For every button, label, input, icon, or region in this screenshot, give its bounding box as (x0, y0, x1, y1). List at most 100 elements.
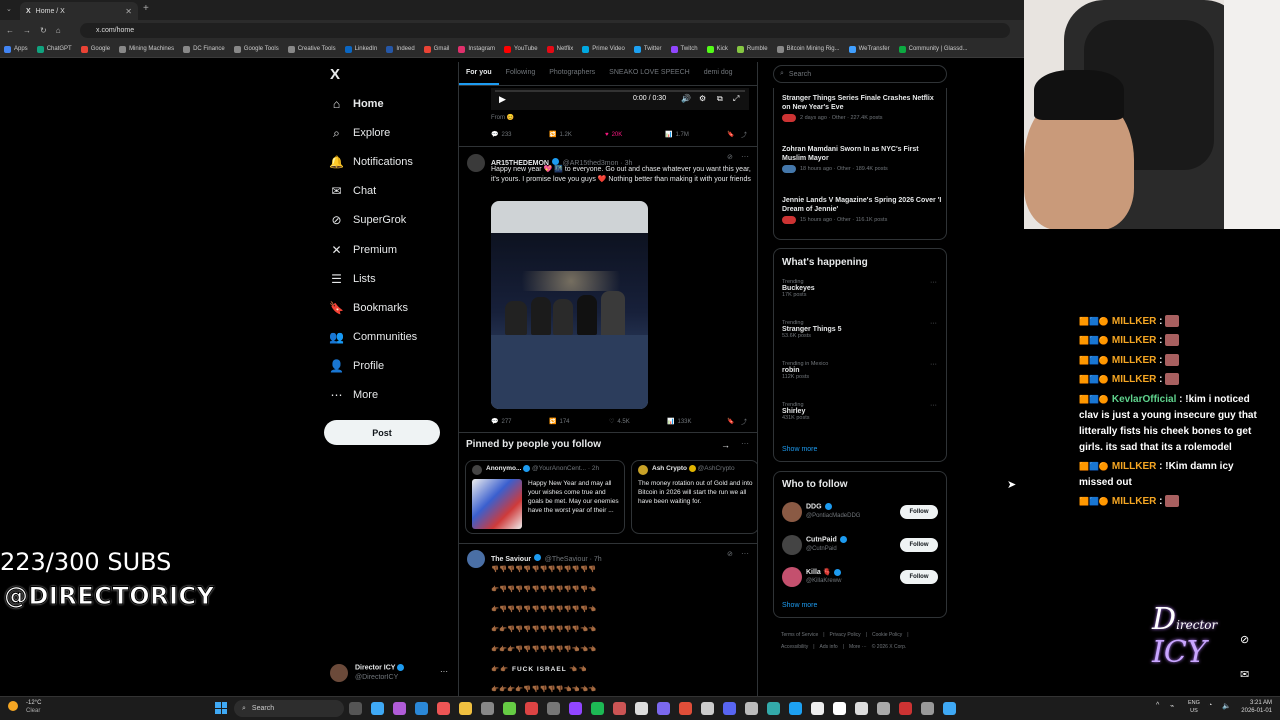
app-icon[interactable] (657, 702, 670, 715)
pip-icon[interactable]: ⧉ (717, 94, 723, 104)
app-icon[interactable] (613, 702, 626, 715)
follow-suggestion[interactable]: Killa 🫀 @KillaKreww Follow (782, 565, 948, 589)
tweet1-avatar[interactable] (467, 154, 485, 172)
trend-item[interactable]: Trending in Mexico robin 112K posts ··· (782, 361, 942, 380)
task-view-icon[interactable] (349, 702, 362, 715)
teams-icon[interactable] (393, 702, 406, 715)
volume-tray-icon[interactable]: 🔈 (1222, 702, 1231, 710)
feed-tab[interactable]: Following (499, 62, 543, 85)
app-icon[interactable] (745, 702, 758, 715)
bookmark-item[interactable]: Kick (706, 45, 728, 53)
footer-link[interactable]: More ··· (849, 641, 867, 653)
back-icon[interactable]: ← (6, 26, 14, 35)
nav-item-notifications[interactable]: 🔔 Notifications (329, 154, 413, 170)
pinned-more-icon[interactable]: ··· (741, 439, 749, 448)
trend-item[interactable]: Trending Stranger Things 5 53.6K posts ··· (782, 320, 942, 339)
forward-icon[interactable]: → (23, 26, 31, 35)
play-icon[interactable]: ▶ (499, 94, 506, 105)
tweet1-photo[interactable] (491, 201, 648, 409)
trend-item[interactable]: Trending Shirley 431K posts ··· (782, 402, 942, 421)
bookmark-tweet-icon[interactable]: 🔖 (727, 417, 741, 426)
feed-tab[interactable]: SNEAKO LOVE SPEECH (602, 62, 697, 85)
new-tab-icon[interactable]: + (143, 3, 149, 14)
follow-suggestion[interactable]: DDG @PontiacMadeDDG Follow (782, 500, 948, 524)
pinned-card-1[interactable]: Anonymo... @YourAnonCent... · 2h Happy N… (465, 460, 625, 534)
grok-icon[interactable]: ⊘ (727, 550, 733, 558)
footer-link[interactable]: © 2026 X Corp. (872, 641, 907, 653)
pinned-card-2[interactable]: Ash Crypto @AshCrypto The money rotation… (631, 460, 757, 534)
bookmark-item[interactable]: DC Finance (183, 45, 225, 53)
nav-item-profile[interactable]: 👤 Profile (329, 358, 384, 374)
follow-suggestion[interactable]: CutnPaid @CutnPaid Follow (782, 533, 948, 557)
app-icon[interactable] (921, 702, 934, 715)
language-indicator[interactable]: ENG US (1188, 699, 1200, 715)
follow-button[interactable]: Follow (900, 570, 938, 584)
close-tab-icon[interactable]: ✕ (125, 7, 132, 16)
trend-more-icon[interactable]: ··· (930, 279, 937, 286)
reply-button[interactable]: 💬 277 (491, 417, 549, 426)
bookmark-item[interactable]: ChatGPT (36, 45, 72, 53)
nav-item-premium[interactable]: ✕ Premium (330, 242, 397, 258)
copilot-icon[interactable] (371, 702, 384, 715)
app-icon[interactable] (877, 702, 890, 715)
bookmark-item[interactable]: Indeed (386, 45, 415, 53)
bookmark-item[interactable]: Mining Machines (119, 45, 174, 53)
trend-more-icon[interactable]: ··· (930, 402, 937, 409)
bookmark-item[interactable]: Bitcoin Mining Rig... (776, 45, 840, 53)
grok-side-icon[interactable]: ⊘ (1240, 633, 1249, 646)
tweet1-more-icon[interactable]: ··· (741, 152, 749, 161)
taskbar-search[interactable]: ⌕ Search (234, 700, 344, 717)
reload-icon[interactable]: ↻ (40, 26, 47, 35)
like-button[interactable]: ♡ 4.5K (609, 417, 667, 426)
nav-item-bookmarks[interactable]: 🔖 Bookmarks (329, 300, 408, 316)
bookmark-item[interactable]: Community | Glassd... (898, 45, 968, 53)
news-item[interactable]: Zohran Mamdani Sworn In as NYC's First M… (782, 145, 942, 173)
trend-more-icon[interactable]: ··· (930, 361, 937, 368)
url-field[interactable]: x.com/home (80, 23, 1010, 38)
footer-link[interactable]: Terms of Service (781, 629, 818, 641)
nav-item-more[interactable]: ⋯ More (330, 387, 379, 403)
app-icon[interactable] (811, 702, 824, 715)
app-icon[interactable] (635, 702, 648, 715)
pinned-arrow-icon[interactable]: → (721, 440, 730, 450)
video-player[interactable]: ▶ 0:00 / 0:30 🔊 ⚙ ⧉ ⤢ (491, 88, 749, 110)
start-icon[interactable] (215, 702, 227, 714)
explorer-icon[interactable] (459, 702, 472, 715)
app-icon[interactable] (855, 702, 868, 715)
clock[interactable]: 3:21 AM 2026-01-01 (1238, 699, 1272, 715)
bookmark-item[interactable]: Twitter (633, 45, 662, 53)
views-button[interactable]: 📊 133K (667, 417, 727, 426)
trend-item[interactable]: Trending Buckeyes 17K posts ··· (782, 279, 942, 298)
app-icon[interactable] (943, 702, 956, 715)
app-icon[interactable] (481, 702, 494, 715)
app-icon[interactable] (503, 702, 516, 715)
trend-more-icon[interactable]: ··· (930, 320, 937, 327)
fullscreen-icon[interactable]: ⤢ (733, 94, 739, 104)
brave-icon[interactable] (679, 702, 692, 715)
bookmark-item[interactable]: Google (80, 45, 110, 53)
share-icon[interactable]: ⤴ (741, 130, 747, 139)
bookmark-item[interactable]: Instagram (458, 45, 495, 53)
app-icon[interactable] (525, 702, 538, 715)
bookmark-tweet-icon[interactable]: 🔖 (727, 130, 741, 139)
repost-button[interactable]: 🔁 174 (549, 417, 609, 426)
tweet2-more-icon[interactable]: ··· (741, 549, 749, 558)
discord-icon[interactable] (723, 702, 736, 715)
nav-item-supergrok[interactable]: ⊘ SuperGrok (330, 212, 406, 228)
tray-overflow-icon[interactable]: ^ (1156, 702, 1159, 709)
bookmark-item[interactable]: Creative Tools (287, 45, 336, 53)
nav-item-explore[interactable]: ⌕ Explore (330, 125, 390, 141)
feed-tab[interactable]: Photographers (542, 62, 602, 85)
search-input[interactable]: ⌕ Search (773, 65, 947, 83)
like-button[interactable]: ♥ 20K (605, 130, 665, 139)
x-app-icon[interactable] (833, 702, 846, 715)
views-button[interactable]: 📊 1.7M (665, 130, 727, 139)
bookmark-item[interactable]: Gmail (423, 45, 449, 53)
wifi-icon[interactable]: ◔ (1208, 702, 1212, 709)
feed-tab[interactable]: demi dog (697, 62, 740, 85)
twitch-icon[interactable] (569, 702, 582, 715)
share-icon[interactable]: ⤴ (741, 417, 747, 426)
nav-item-home[interactable]: ⌂ Home (330, 96, 384, 112)
reply-button[interactable]: 💬 233 (491, 130, 549, 139)
bookmark-item[interactable]: WeTransfer (848, 45, 890, 53)
